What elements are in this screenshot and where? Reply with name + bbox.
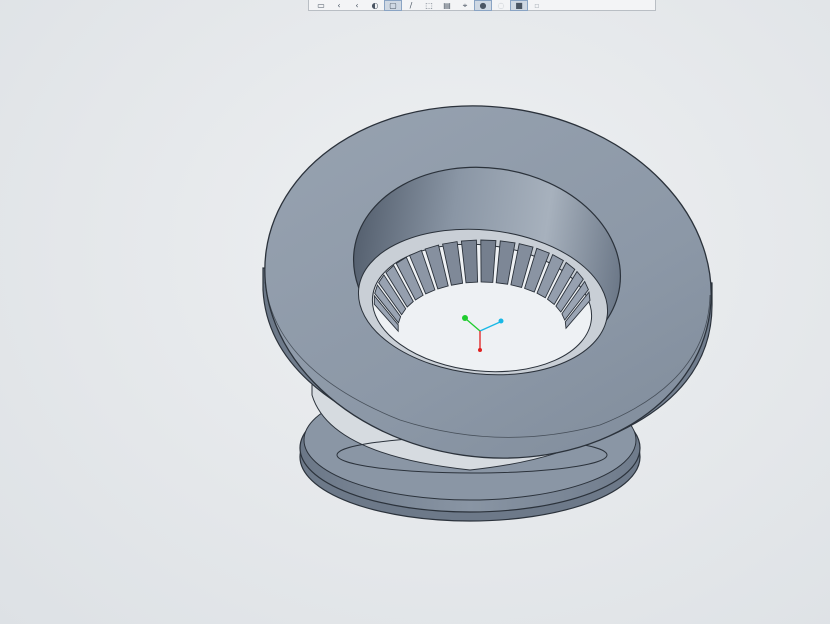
graphics-viewport[interactable]: ▭ ‹ ‹ ◐ ▢ / ⬚ ▤ ⌖ ● ◌ ■ ▫ bbox=[0, 0, 830, 624]
z-axis-marker bbox=[478, 348, 482, 352]
x-axis-marker bbox=[498, 318, 504, 324]
part-3d-model[interactable] bbox=[0, 0, 830, 624]
spline-tooth bbox=[480, 239, 497, 283]
y-axis-marker bbox=[462, 315, 468, 321]
